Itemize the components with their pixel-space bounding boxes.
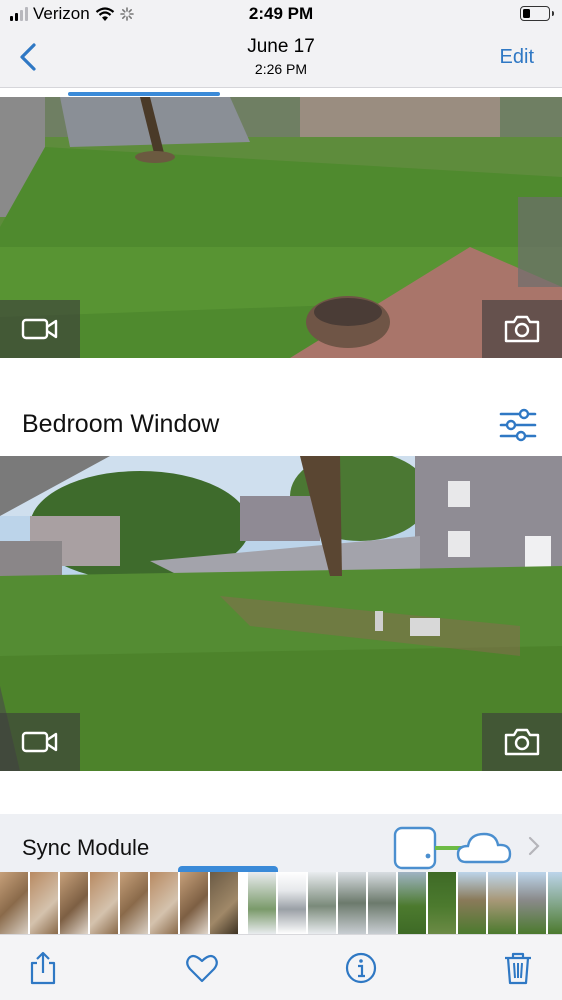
thumbnail[interactable] [548,872,562,934]
thumbnail[interactable] [428,872,456,934]
sync-module-label: Sync Module [22,835,150,860]
sync-module-row[interactable]: Sync Module [0,814,562,878]
thumbnail-strip[interactable] [0,872,562,934]
camera-feed-1[interactable] [0,97,562,358]
share-icon[interactable] [26,951,60,985]
camera-feed-1-image [0,97,562,358]
trash-icon[interactable] [501,951,535,985]
status-time: 2:49 PM [248,4,314,23]
thumbnail[interactable] [180,872,208,934]
camera-feed-2-image [0,456,562,771]
video-camera-icon [21,731,58,753]
nav-date: June 17 [247,36,315,57]
chevron-right-icon [528,836,540,856]
thumbnail-spacer [240,872,246,934]
nav-time: 2:26 PM [254,61,308,77]
thumbnail[interactable] [398,872,426,934]
scrub-progress [68,92,220,96]
thumbnail[interactable] [278,872,306,934]
edit-button[interactable]: Edit [500,46,534,69]
sync-cloud-connection-icon [393,826,512,870]
thumbnail[interactable] [0,872,28,934]
thumbnail[interactable] [90,872,118,934]
thumbnail[interactable] [30,872,58,934]
thumbnail[interactable] [488,872,516,934]
heart-icon[interactable] [185,951,219,985]
thumbnail[interactable] [458,872,486,934]
thumbnail[interactable] [248,872,276,934]
thumbnail[interactable] [338,872,366,934]
thumbnail[interactable] [308,872,336,934]
snapshot-button[interactable] [482,300,562,358]
thumbnail[interactable] [120,872,148,934]
nav-bar: June 17 2:26 PM Edit [0,28,562,88]
live-view-button[interactable] [0,300,80,358]
camera-feed-2[interactable] [0,456,562,771]
thumbnail[interactable] [60,872,88,934]
video-camera-icon [21,318,58,340]
camera-icon [504,728,540,756]
battery-fill [523,9,531,18]
thumbnail[interactable] [518,872,546,934]
nav-title: June 17 2:26 PM [0,36,562,77]
snapshot-button[interactable] [482,713,562,771]
camera-name: Bedroom Window [22,410,220,438]
status-bar: Verizon 2:49 PM [0,0,562,28]
info-icon[interactable] [344,951,378,985]
bottom-toolbar [0,934,562,1000]
battery-icon [520,6,554,21]
camera-icon [504,315,540,343]
thumbnail[interactable] [210,872,238,934]
live-view-button[interactable] [0,713,80,771]
thumbnail[interactable] [368,872,396,934]
sliders-icon[interactable] [498,408,538,442]
thumbnail[interactable] [150,872,178,934]
